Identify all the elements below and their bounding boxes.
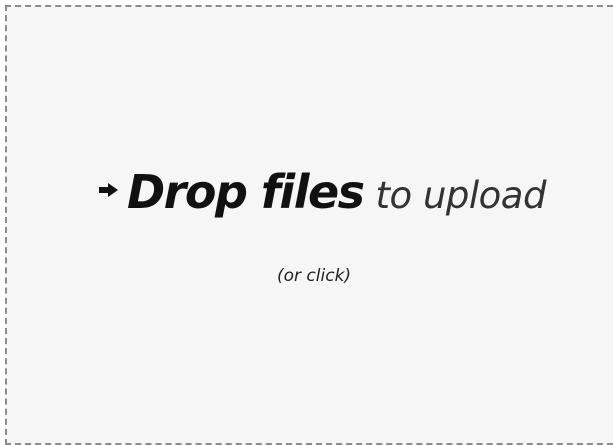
dropzone-headline: Drop files to upload bbox=[99, 169, 546, 215]
click-hint: (or click) bbox=[277, 266, 352, 286]
to-upload-label: to upload bbox=[375, 174, 547, 217]
file-dropzone[interactable]: Drop files to upload (or click) bbox=[5, 5, 613, 445]
arrow-right-icon bbox=[99, 183, 119, 200]
drop-files-label: Drop files bbox=[127, 165, 365, 219]
